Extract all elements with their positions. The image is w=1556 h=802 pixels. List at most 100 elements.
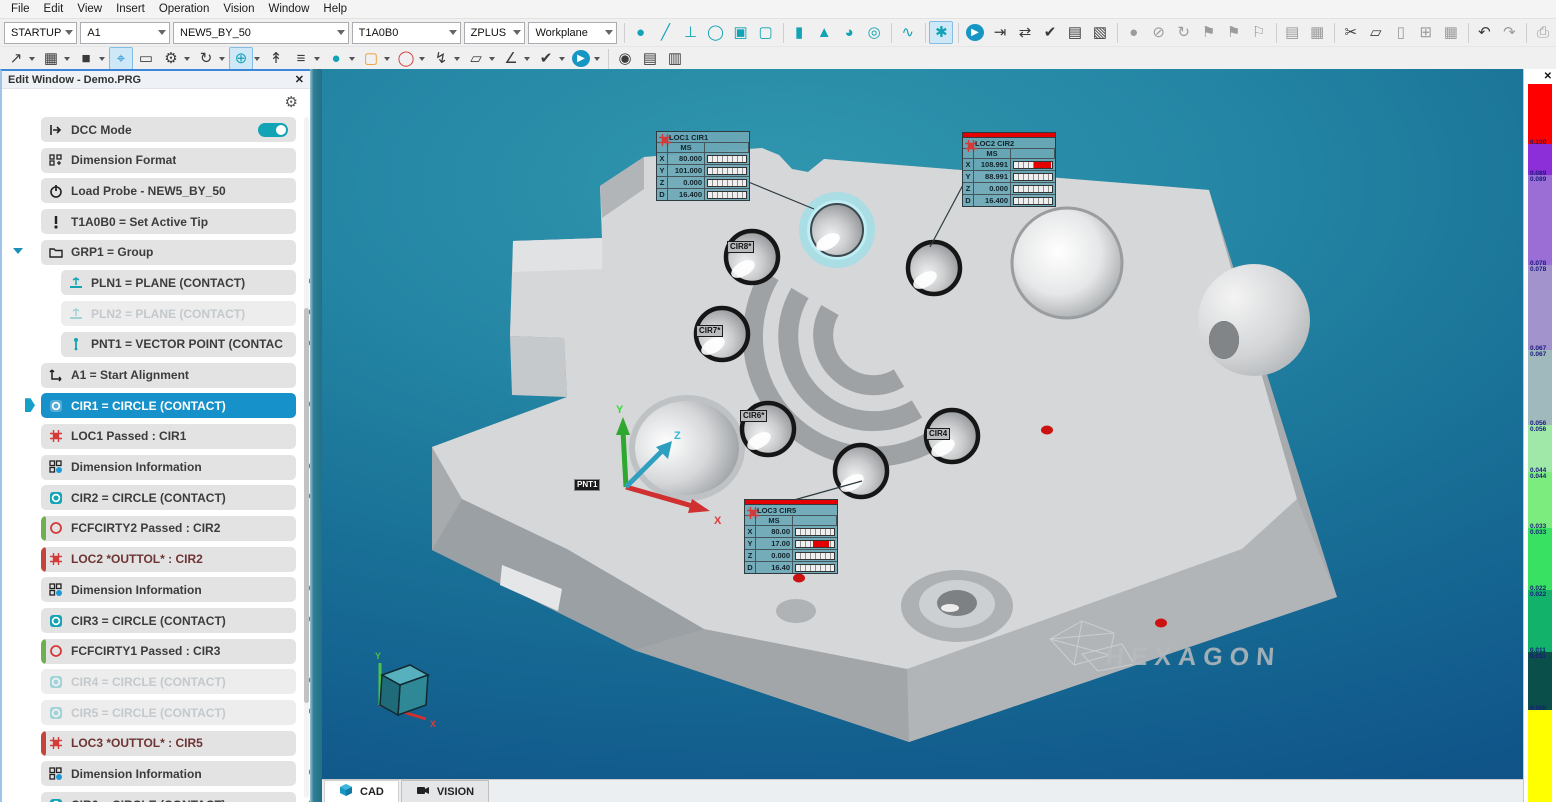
- copy-button[interactable]: ▱: [1364, 21, 1388, 44]
- dropdown-caret-icon[interactable]: [29, 57, 35, 61]
- dropdown-caret-icon[interactable]: [314, 57, 320, 61]
- torus-feature-button[interactable]: ◎: [862, 21, 886, 44]
- stop-disabled-icon[interactable]: ⊘: [1147, 21, 1171, 44]
- window-layout-button[interactable]: ▢: [359, 47, 393, 70]
- menu-item-file[interactable]: File: [4, 0, 37, 18]
- close-icon[interactable]: ✕: [295, 73, 304, 86]
- command-item-cir3[interactable]: CIR3 = CIRCLE (CONTACT): [41, 608, 296, 633]
- grid-button[interactable]: ▦: [1439, 21, 1463, 44]
- probe-vector-icon[interactable]: ↟: [264, 47, 288, 70]
- dropdown-caret-icon[interactable]: [219, 57, 225, 61]
- bookmark-insert-icon[interactable]: ⚑: [1222, 21, 1246, 44]
- dropdown-caret-icon[interactable]: [64, 57, 70, 61]
- report-window-icon[interactable]: ▤: [638, 47, 662, 70]
- circle-mode-icon[interactable]: ◯: [394, 47, 418, 70]
- measure-angle-button[interactable]: ∠: [499, 47, 533, 70]
- dropdown-caret-icon[interactable]: [99, 57, 105, 61]
- command-list-scrollbar[interactable]: [304, 117, 309, 798]
- print-button[interactable]: ⎙: [1531, 21, 1555, 44]
- solid-view-icon[interactable]: ■: [74, 47, 98, 70]
- cone-feature-button[interactable]: ▲: [812, 21, 836, 44]
- command-item-dimension[interactable]: Dimension Information: [41, 577, 296, 602]
- mark-all-icon[interactable]: ▤: [1063, 21, 1087, 44]
- copy-icon[interactable]: ▱: [1364, 21, 1388, 44]
- circle-feature-icon[interactable]: ◯: [704, 21, 728, 44]
- view-cube[interactable]: Y X: [375, 651, 436, 729]
- clear-marks-icon[interactable]: ▧: [1088, 21, 1112, 44]
- copy-pages-icon[interactable]: ▱: [464, 47, 488, 70]
- curve-feature-icon[interactable]: ∿: [896, 21, 920, 44]
- command-item-cir1[interactable]: CIR1 = CIRCLE (CONTACT): [41, 393, 296, 418]
- translate-mode-icon[interactable]: ⊕: [229, 47, 253, 70]
- command-item-loc3[interactable]: LOC3 *OUTTOL* : CIR5: [41, 731, 296, 756]
- command-item-t1a0b0[interactable]: T1A0B0 = Set Active Tip: [41, 209, 296, 234]
- confirm-button[interactable]: ✔: [534, 47, 568, 70]
- slot-feature-button[interactable]: ▣: [729, 21, 753, 44]
- workplane-select[interactable]: Workplane: [528, 22, 616, 44]
- dropdown-caret-icon[interactable]: [454, 57, 460, 61]
- dropdown-caret-icon[interactable]: [384, 57, 390, 61]
- rotate-view-icon[interactable]: ↻: [194, 47, 218, 70]
- bookmark-insert-button[interactable]: ⚑: [1222, 21, 1246, 44]
- expand-caret-icon[interactable]: [13, 248, 23, 254]
- probe-mode-button[interactable]: ↗: [4, 47, 38, 70]
- graph-window-icon[interactable]: ▥: [663, 47, 687, 70]
- command-item-pln1[interactable]: PLN1 = PLANE (CONTACT): [61, 270, 296, 295]
- feature-list-button[interactable]: ≡: [289, 47, 323, 70]
- pan-mode-button[interactable]: ⌖: [109, 47, 133, 70]
- command-item-dcc[interactable]: DCC Mode: [41, 117, 296, 142]
- torus-feature-icon[interactable]: ◎: [862, 21, 886, 44]
- probe-options-icon[interactable]: ⚙: [159, 47, 183, 70]
- command-item-dimension[interactable]: Dimension Information: [41, 455, 296, 480]
- rectangle-feature-icon[interactable]: ▢: [754, 21, 778, 44]
- command-item-cir5[interactable]: CIR5 = CIRCLE (CONTACT): [41, 700, 296, 725]
- paste-button[interactable]: ▯: [1389, 21, 1413, 44]
- probe-vector-button[interactable]: ↟: [264, 47, 288, 70]
- slot-feature-icon[interactable]: ▣: [729, 21, 753, 44]
- rotate-view-button[interactable]: ↻: [194, 47, 228, 70]
- bookmark-clear-button[interactable]: ⚐: [1247, 21, 1271, 44]
- loop-button[interactable]: ⇄: [1013, 21, 1037, 44]
- menu-item-vision[interactable]: Vision: [216, 0, 261, 18]
- stop-icon[interactable]: ●: [1122, 21, 1146, 44]
- confirm-icon[interactable]: ✔: [534, 47, 558, 70]
- continue-icon[interactable]: ↻: [1172, 21, 1196, 44]
- menu-item-operation[interactable]: Operation: [152, 0, 217, 18]
- dcc-mode-toggle[interactable]: [258, 123, 288, 137]
- command-item-fcfcirty1[interactable]: FCFCIRTY1 Passed : CIR3: [41, 639, 296, 664]
- command-item-cir4[interactable]: CIR4 = CIRCLE (CONTACT): [41, 669, 296, 694]
- command-item-dimension[interactable]: Dimension Information: [41, 761, 296, 786]
- plane-feature-icon[interactable]: ⊥: [679, 21, 703, 44]
- line-feature-icon[interactable]: ╱: [654, 21, 678, 44]
- report-table-icon[interactable]: ▦: [1305, 21, 1329, 44]
- redo-button[interactable]: ↷: [1497, 21, 1521, 44]
- command-item-dimension[interactable]: Dimension Format: [41, 148, 296, 173]
- report-table-button[interactable]: ▦: [1305, 21, 1329, 44]
- command-item-loc1[interactable]: LOC1 Passed : CIR1: [41, 424, 296, 449]
- paste-icon[interactable]: ▯: [1389, 21, 1413, 44]
- pan-mode-icon[interactable]: ⌖: [109, 47, 133, 70]
- menu-item-window[interactable]: Window: [261, 0, 316, 18]
- probe-select[interactable]: NEW5_BY_50: [173, 22, 349, 44]
- sphere-mode-button[interactable]: ●: [324, 47, 358, 70]
- graph-analysis-icon[interactable]: ↯: [429, 47, 453, 70]
- menu-item-view[interactable]: View: [70, 0, 109, 18]
- dropdown-caret-icon[interactable]: [594, 57, 600, 61]
- plane-feature-button[interactable]: ⊥: [679, 21, 703, 44]
- snapshot-button[interactable]: ◉: [613, 47, 637, 70]
- scrollbar-thumb[interactable]: [304, 308, 309, 703]
- command-item-a1[interactable]: A1 = Start Alignment: [41, 363, 296, 388]
- tab-vision[interactable]: VISION: [401, 780, 489, 802]
- stop-disabled-button[interactable]: ⊘: [1147, 21, 1171, 44]
- execute-mode-button[interactable]: ▶: [569, 47, 603, 70]
- loop-icon[interactable]: ⇄: [1013, 21, 1037, 44]
- cone-feature-icon[interactable]: ▲: [812, 21, 836, 44]
- dropdown-caret-icon[interactable]: [489, 57, 495, 61]
- clear-marks-button[interactable]: ▧: [1088, 21, 1112, 44]
- wireframe-view-button[interactable]: ▦: [39, 47, 73, 70]
- menu-item-edit[interactable]: Edit: [37, 0, 71, 18]
- point-feature-icon[interactable]: ●: [629, 21, 653, 44]
- tip-select[interactable]: T1A0B0: [352, 22, 461, 44]
- solid-view-button[interactable]: ■: [74, 47, 108, 70]
- wireframe-view-icon[interactable]: ▦: [39, 47, 63, 70]
